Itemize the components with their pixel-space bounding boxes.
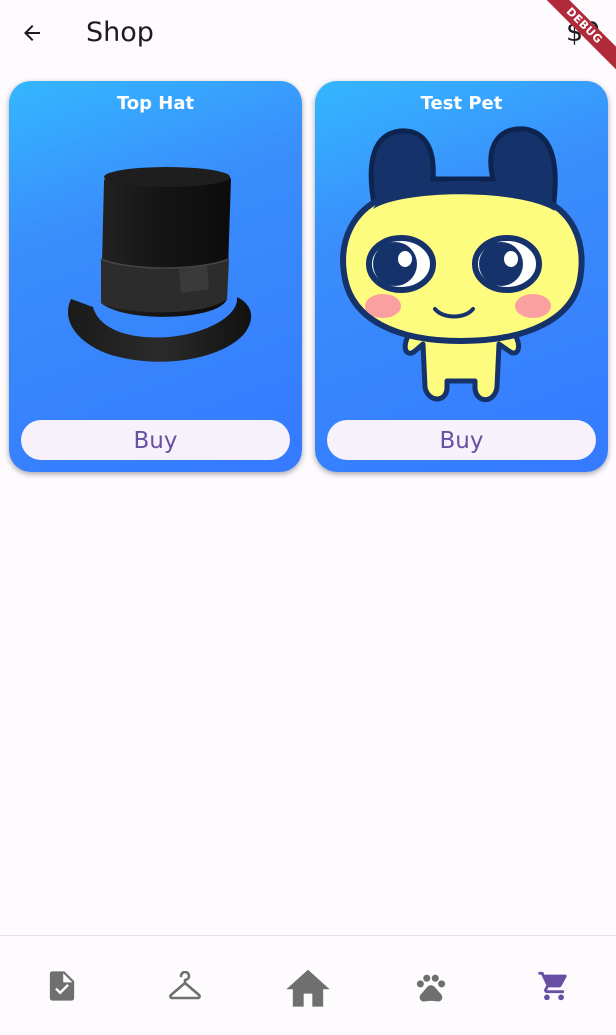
arrow-back-icon — [24, 25, 40, 41]
pet-character-image — [340, 126, 585, 403]
shop-item-card: Test Pet Buy — [315, 81, 608, 472]
top-hat-image — [67, 167, 252, 362]
nav-item-wardrobe[interactable] — [123, 936, 246, 1035]
nav-item-shop[interactable] — [493, 936, 616, 1035]
buy-button[interactable]: Buy — [327, 420, 596, 460]
nav-item-pets[interactable] — [370, 936, 493, 1035]
page-title: Shop — [86, 17, 154, 48]
paw-icon — [416, 974, 446, 1002]
nav-item-tasks[interactable] — [0, 936, 123, 1035]
task-icon — [49, 970, 74, 1001]
buy-button[interactable]: Buy — [21, 420, 290, 460]
bottom-navigation-bar — [0, 935, 616, 1035]
cart-icon — [538, 971, 568, 1000]
shop-item-name: Test Pet — [420, 93, 503, 114]
home-icon — [286, 969, 330, 1007]
hanger-icon — [168, 970, 201, 999]
app-bar: Shop $0 — [0, 0, 616, 66]
shop-grid: Top Hat Buy Test Pet Buy — [9, 81, 609, 472]
back-button[interactable] — [12, 13, 52, 53]
shop-item-name: Top Hat — [116, 93, 195, 114]
currency-balance: $0 — [566, 17, 601, 48]
shop-item-card: Top Hat Buy — [9, 81, 302, 472]
nav-item-home[interactable] — [246, 936, 369, 1035]
